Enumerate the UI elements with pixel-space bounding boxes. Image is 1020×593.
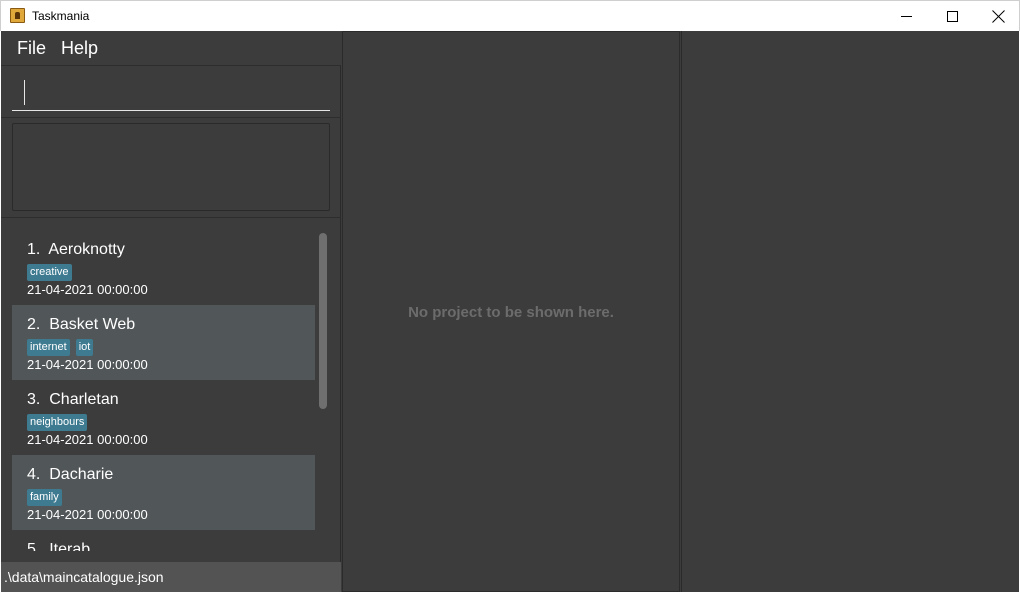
title-bar: Taskmania bbox=[0, 0, 1020, 31]
project-tag: iot bbox=[75, 339, 94, 356]
project-card[interactable]: 5. Iterab bbox=[12, 530, 315, 551]
maximize-icon bbox=[946, 10, 958, 22]
project-index: 3. bbox=[27, 391, 41, 408]
right-panel bbox=[681, 31, 1019, 592]
project-tags: internet iot bbox=[27, 339, 94, 356]
project-display-panel: No project to be shown here. bbox=[342, 31, 680, 592]
project-name: Iterab bbox=[49, 541, 91, 551]
project-title: 2. Basket Web bbox=[27, 316, 135, 334]
status-bar: .\data\maincatalogue.json bbox=[1, 562, 341, 592]
project-card[interactable]: 3. Charletan neighbours 21-04-2021 00:00… bbox=[12, 380, 315, 455]
taskmania-app-icon bbox=[10, 8, 25, 23]
project-title: 1. Aeroknotty bbox=[27, 241, 125, 259]
command-box bbox=[1, 67, 341, 118]
command-input[interactable] bbox=[12, 75, 330, 111]
project-tag: creative bbox=[27, 264, 72, 281]
menu-file[interactable]: File bbox=[17, 38, 46, 59]
result-display bbox=[12, 123, 330, 211]
close-button[interactable] bbox=[975, 1, 1020, 31]
project-date: 21-04-2021 00:00:00 bbox=[27, 432, 148, 447]
project-title: 5. Iterab bbox=[27, 541, 90, 551]
minimize-icon bbox=[900, 15, 912, 17]
project-name: Dacharie bbox=[49, 466, 114, 483]
project-tag: family bbox=[27, 489, 62, 506]
project-tag: neighbours bbox=[27, 414, 88, 431]
project-index: 2. bbox=[27, 316, 41, 333]
project-name: Charletan bbox=[49, 391, 119, 408]
app-window: File Help 1. Aeroknotty creative 21-04-2… bbox=[1, 31, 1019, 592]
project-index: 4. bbox=[27, 466, 41, 483]
left-panel: File Help 1. Aeroknotty creative 21-04-2… bbox=[1, 31, 341, 592]
close-icon bbox=[992, 10, 1005, 23]
save-file-path: .\data\maincatalogue.json bbox=[4, 569, 164, 585]
project-name: Basket Web bbox=[49, 316, 136, 333]
project-tag: internet bbox=[27, 339, 70, 356]
no-project-message: No project to be shown here. bbox=[408, 304, 614, 321]
project-tags: family bbox=[27, 489, 62, 506]
project-card[interactable]: 4. Dacharie family 21-04-2021 00:00:00 bbox=[12, 455, 315, 530]
project-list[interactable]: 1. Aeroknotty creative 21-04-2021 00:00:… bbox=[12, 230, 315, 551]
project-tags: neighbours bbox=[27, 414, 88, 431]
project-tags: creative bbox=[27, 264, 72, 281]
text-caret bbox=[24, 80, 25, 105]
project-title: 4. Dacharie bbox=[27, 466, 113, 484]
menu-help[interactable]: Help bbox=[61, 38, 98, 59]
minimize-button[interactable] bbox=[883, 1, 929, 31]
project-index: 5. bbox=[27, 541, 41, 551]
menu-bar: File Help bbox=[1, 31, 341, 66]
result-display-container bbox=[1, 119, 341, 218]
project-name: Aeroknotty bbox=[48, 241, 125, 258]
project-card[interactable]: 1. Aeroknotty creative 21-04-2021 00:00:… bbox=[12, 230, 315, 305]
project-date: 21-04-2021 00:00:00 bbox=[27, 507, 148, 522]
window-title: Taskmania bbox=[32, 9, 90, 23]
project-list-scrollbar[interactable] bbox=[317, 230, 329, 551]
project-date: 21-04-2021 00:00:00 bbox=[27, 282, 148, 297]
maximize-button[interactable] bbox=[929, 1, 975, 31]
project-date: 21-04-2021 00:00:00 bbox=[27, 357, 148, 372]
project-title: 3. Charletan bbox=[27, 391, 119, 409]
scrollbar-thumb[interactable] bbox=[319, 233, 327, 409]
project-index: 1. bbox=[27, 241, 41, 258]
project-card[interactable]: 2. Basket Web internet iot 21-04-2021 00… bbox=[12, 305, 315, 380]
